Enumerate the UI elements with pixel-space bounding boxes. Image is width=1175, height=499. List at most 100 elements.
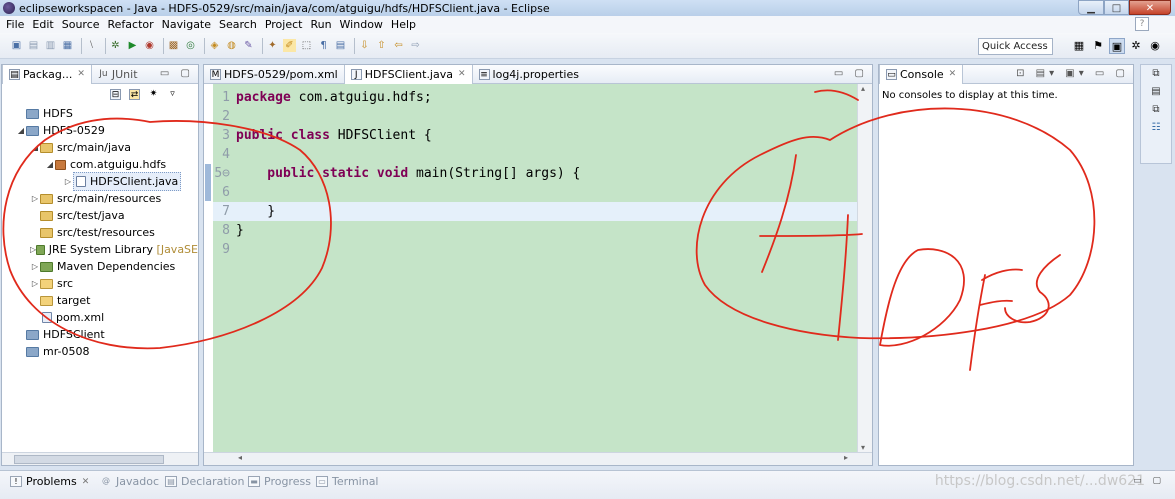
back-icon[interactable]: ⇦ [392, 39, 405, 52]
new-java-project-icon[interactable]: ▩ [167, 39, 180, 52]
block-selection-icon[interactable]: ⬚ [300, 39, 313, 52]
save-icon[interactable]: ▤ [27, 39, 40, 52]
expanded-arrow-icon[interactable]: ◢ [45, 156, 55, 173]
view-controls[interactable]: ▭ ▢ [160, 68, 194, 79]
next-annotation-icon[interactable]: ⇩ [358, 39, 371, 52]
tree-item[interactable]: ▷ src/main/resources [2, 190, 198, 207]
show-whitespace-icon[interactable]: ¶ [317, 39, 330, 52]
run-icon[interactable]: ▶ [126, 39, 139, 52]
tree-item[interactable]: ▷ Maven Dependencies [2, 258, 198, 275]
view-menu-icon[interactable]: ▿ [167, 89, 178, 100]
expanded-arrow-icon[interactable]: ◢ [30, 139, 40, 156]
collapse-all-icon[interactable]: ⊟ [110, 89, 121, 100]
menu-help[interactable]: Help [391, 18, 416, 31]
view-controls[interactable]: ▭ ▢ [1133, 476, 1165, 486]
scroll-up-icon[interactable]: ▴ [861, 84, 865, 93]
restore-icon[interactable]: ⧉ [1141, 101, 1171, 119]
mark-occurrences-icon[interactable]: ✐ [283, 39, 296, 52]
java-ee-perspective-icon[interactable]: ⚑ [1090, 38, 1106, 54]
close-window-button[interactable]: ✕ [1129, 0, 1171, 15]
outline-icon[interactable]: ☷ [1141, 119, 1171, 137]
vertical-scrollbar[interactable]: ▴ ▾ [857, 84, 872, 452]
scroll-left-icon[interactable]: ◂ [238, 453, 242, 462]
tab-terminal[interactable]: ▭ Terminal [316, 475, 379, 488]
git-perspective-icon[interactable]: ◉ [1147, 38, 1163, 54]
forward-icon[interactable]: ⇨ [409, 39, 422, 52]
tree-item[interactable]: ▷ HDFSClient.java [2, 172, 198, 191]
tab-package-explorer[interactable]: ▤ Packag... ✕ [2, 64, 92, 84]
close-icon[interactable]: ✕ [82, 477, 90, 487]
debug-perspective-icon[interactable]: ✲ [1128, 38, 1144, 54]
link-with-editor-icon[interactable]: ⇄ [129, 89, 140, 100]
tree-item[interactable]: ◢ src/main/java [2, 139, 198, 156]
restore-icon[interactable]: ⧉ [1141, 65, 1171, 83]
tree-item[interactable]: ◢ com.atguigu.hdfs [2, 156, 198, 173]
tab-console[interactable]: ▭ Console ✕ [879, 64, 964, 84]
menu-window[interactable]: Window [340, 18, 383, 31]
tab-javadoc[interactable]: @ Javadoc [100, 475, 159, 488]
tab-declaration[interactable]: ▤ Declaration [165, 475, 244, 488]
tree-item[interactable]: ▷ src [2, 275, 198, 292]
menu-search[interactable]: Search [219, 18, 257, 31]
view-controls[interactable]: ▭ ▢ [834, 68, 868, 79]
external-tools-icon[interactable]: ◉ [143, 39, 156, 52]
open-type-icon[interactable]: ◈ [208, 39, 221, 52]
debug-icon[interactable]: ✲ [109, 39, 122, 52]
close-icon[interactable]: ✕ [949, 69, 957, 79]
help-icon[interactable]: ? [1135, 17, 1149, 31]
open-perspective-icon[interactable]: ▦ [1071, 38, 1087, 54]
tab-hdfsclient-java[interactable]: J HDFSClient.java ✕ [343, 64, 473, 84]
menu-refactor[interactable]: Refactor [108, 18, 154, 31]
expanded-arrow-icon[interactable]: ◢ [16, 122, 26, 139]
horizontal-scrollbar[interactable]: ◂ ▸ [204, 452, 872, 465]
tab-problems[interactable]: ! Problems ✕ [10, 475, 89, 488]
close-icon[interactable]: ✕ [77, 69, 85, 79]
search-icon[interactable]: ◍ [225, 39, 238, 52]
skip-breakpoints-icon[interactable]: ⧵ [85, 39, 98, 52]
new-icon[interactable]: ▣ [10, 39, 23, 52]
code-editor[interactable]: 1 package com.atguigu.hdfs; 2 3 public cla… [213, 84, 857, 452]
scrollbar-thumb[interactable] [14, 455, 164, 464]
tree-item[interactable]: HDFS [2, 105, 198, 122]
tree-item[interactable]: src/test/java [2, 207, 198, 224]
print-icon[interactable]: ▦ [61, 39, 74, 52]
focus-icon[interactable]: ✷ [148, 89, 159, 100]
minimize-button[interactable]: ▁ [1078, 0, 1104, 15]
tab-log4j-properties[interactable]: ≡ log4j.properties [473, 65, 585, 84]
menu-edit[interactable]: Edit [32, 18, 53, 31]
menu-source[interactable]: Source [62, 18, 100, 31]
save-all-icon[interactable]: ▥ [44, 39, 57, 52]
scroll-right-icon[interactable]: ▸ [844, 453, 848, 462]
scroll-down-icon[interactable]: ▾ [861, 443, 865, 452]
tree-item[interactable]: ◢ HDFS-0529 [2, 122, 198, 139]
menu-navigate[interactable]: Navigate [162, 18, 211, 31]
tree-item[interactable]: src/test/resources [2, 224, 198, 241]
java-perspective-icon[interactable]: ▣ [1109, 38, 1125, 54]
tree-item[interactable]: pom.xml [2, 309, 198, 326]
tab-pom-xml[interactable]: M HDFS-0529/pom.xml [204, 65, 344, 84]
new-class-icon[interactable]: ◎ [184, 39, 197, 52]
menu-project[interactable]: Project [265, 18, 303, 31]
tree-item[interactable]: HDFSClient [2, 326, 198, 343]
task-list-icon[interactable]: ▤ [1141, 83, 1171, 101]
quick-access-input[interactable]: Quick Access [978, 38, 1053, 55]
tree-item[interactable]: mr-0508 [2, 343, 198, 360]
collapsed-arrow-icon[interactable]: ▷ [63, 173, 73, 190]
toggle-breadcrumb-icon[interactable]: ▤ [334, 39, 347, 52]
maximize-button[interactable]: □ [1104, 0, 1129, 15]
horizontal-scrollbar[interactable] [2, 452, 198, 465]
tree-item[interactable]: target [2, 292, 198, 309]
collapsed-arrow-icon[interactable]: ▷ [30, 275, 40, 292]
tab-progress[interactable]: ▬ Progress [248, 475, 311, 488]
collapsed-arrow-icon[interactable]: ▷ [30, 258, 40, 275]
pin-icon[interactable]: ✦ [266, 39, 279, 52]
console-toolbar[interactable]: ⊡ ▤▾ ▣▾ ▭ ▢ [1016, 68, 1129, 79]
tab-junit[interactable]: Ju JUnit [92, 65, 144, 84]
menu-run[interactable]: Run [310, 18, 331, 31]
tree-item[interactable]: ▷ JRE System Library [JavaSE [2, 241, 198, 258]
edit-icon[interactable]: ✎ [242, 39, 255, 52]
close-icon[interactable]: ✕ [458, 69, 466, 79]
previous-annotation-icon[interactable]: ⇧ [375, 39, 388, 52]
collapsed-arrow-icon[interactable]: ▷ [30, 190, 40, 207]
menu-file[interactable]: File [6, 18, 24, 31]
